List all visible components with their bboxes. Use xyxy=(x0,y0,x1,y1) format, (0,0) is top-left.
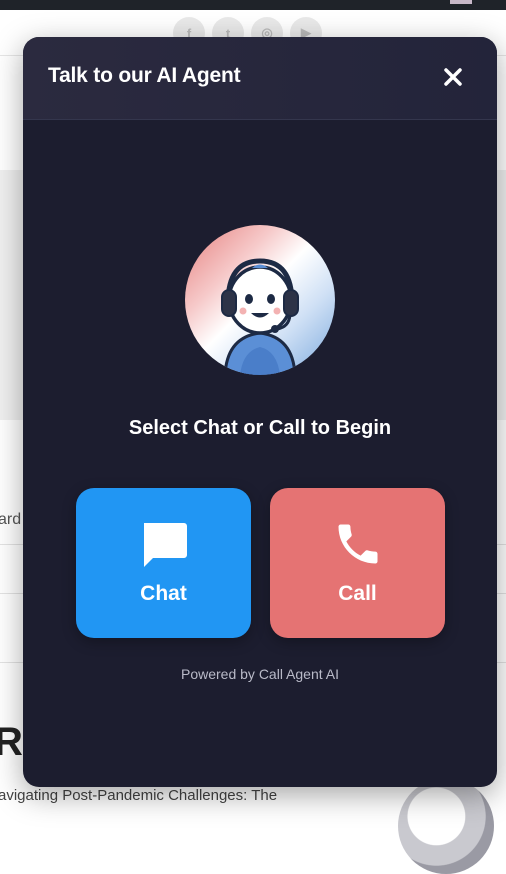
support-agent-icon xyxy=(185,225,335,375)
chat-button[interactable]: Chat xyxy=(76,488,251,638)
background-text: ard xyxy=(0,511,22,528)
modal-header: Talk to our AI Agent xyxy=(23,37,497,120)
phone-icon xyxy=(332,518,384,570)
chat-button-label: Chat xyxy=(140,582,187,605)
close-icon[interactable] xyxy=(439,63,467,91)
top-bar xyxy=(0,0,506,10)
background-article-title[interactable]: avigating Post-Pandemic Challenges: The xyxy=(0,787,277,804)
background-avatar xyxy=(398,778,494,874)
call-button[interactable]: Call xyxy=(270,488,445,638)
powered-by-text[interactable]: Powered by Call Agent AI xyxy=(23,666,497,682)
language-flag-icon[interactable] xyxy=(450,0,472,4)
modal-title: Talk to our AI Agent xyxy=(48,64,241,87)
prompt-text: Select Chat or Call to Begin xyxy=(128,417,392,439)
ai-agent-modal: Talk to our AI Agent Select Chat or Call… xyxy=(23,37,497,787)
call-button-label: Call xyxy=(338,582,377,605)
chat-bubble-icon xyxy=(138,518,190,570)
